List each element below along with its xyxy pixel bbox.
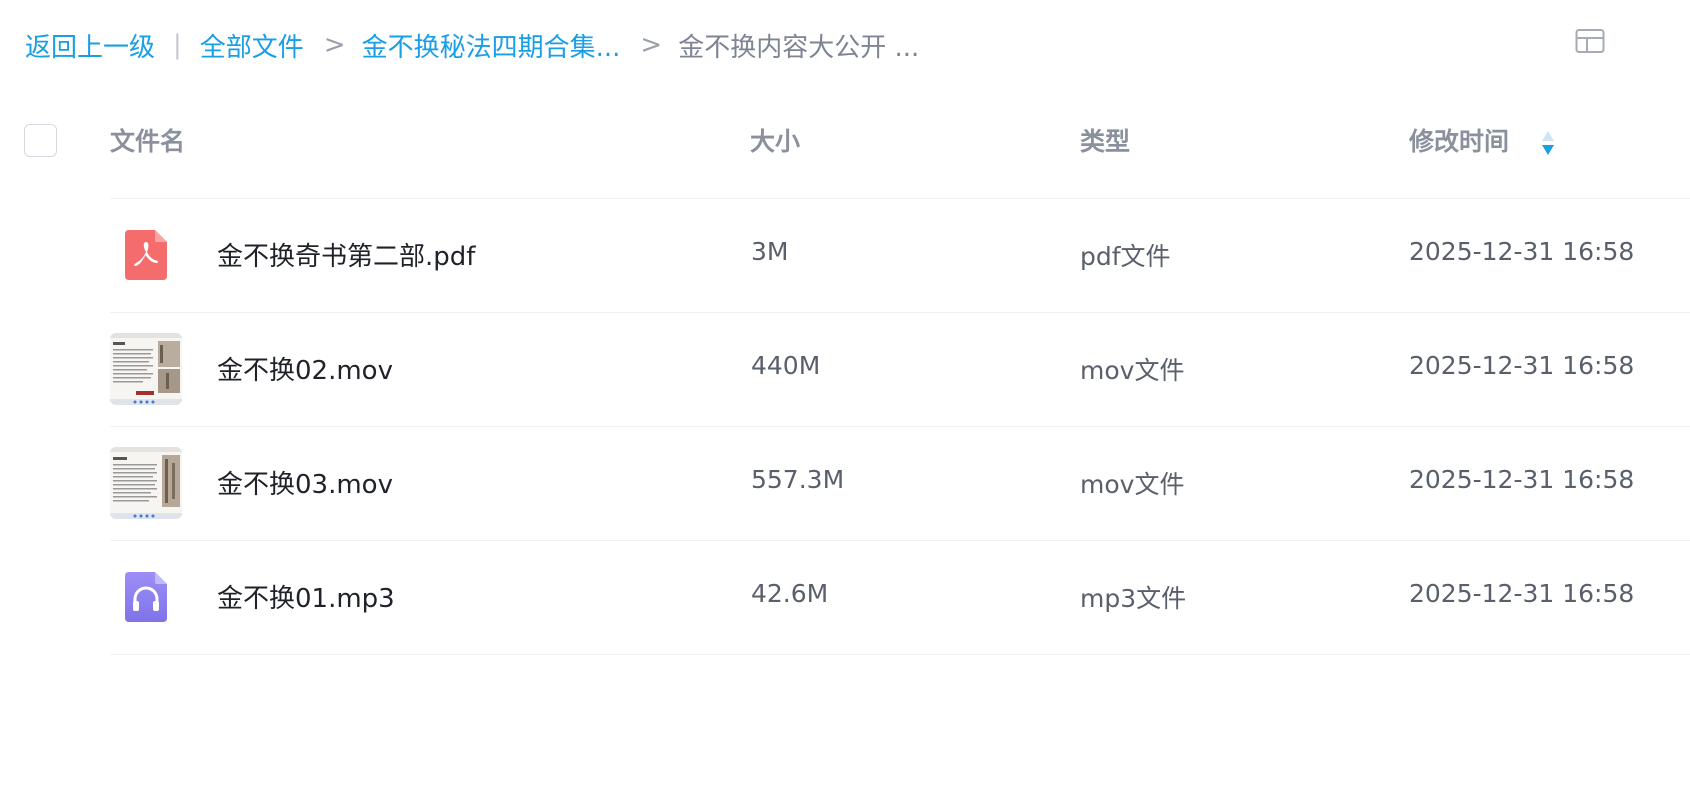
breadcrumb-separator: > bbox=[323, 30, 346, 60]
file-thumbnail bbox=[110, 219, 182, 291]
file-type: pdf文件 bbox=[1080, 242, 1171, 271]
breadcrumb-current: 金不换内容大公开 ... bbox=[678, 32, 920, 63]
file-size: 557.3M bbox=[751, 465, 845, 494]
file-type: mov文件 bbox=[1080, 356, 1185, 385]
file-thumbnail bbox=[110, 333, 182, 405]
table-row[interactable]: 金不换奇书第二部.pdf 3M pdf文件 2025-12-31 16:58 bbox=[110, 199, 1690, 313]
breadcrumb-separator: > bbox=[640, 30, 663, 60]
file-name[interactable]: 金不换01.mp3 bbox=[217, 578, 395, 615]
column-header-name: 文件名 bbox=[110, 127, 186, 156]
pdf-icon bbox=[125, 230, 167, 280]
file-size: 42.6M bbox=[751, 579, 829, 608]
grid-layout-icon[interactable] bbox=[1575, 28, 1605, 56]
file-name[interactable]: 金不换03.mov bbox=[217, 464, 393, 501]
file-type: mov文件 bbox=[1080, 470, 1185, 499]
select-all-checkbox[interactable] bbox=[24, 124, 57, 157]
file-thumbnail bbox=[110, 561, 182, 633]
breadcrumb-divider: | bbox=[173, 30, 182, 60]
column-header-size: 大小 bbox=[750, 127, 801, 156]
table-header: 文件名 大小 类型 修改时间 bbox=[0, 108, 1690, 198]
file-browser-page: 返回上一级 | 全部文件 > 金不换秘法四期合集... > 金不换内容大公开 .… bbox=[0, 0, 1690, 790]
file-thumbnail bbox=[110, 447, 182, 519]
file-size: 440M bbox=[751, 351, 821, 380]
file-type: mp3文件 bbox=[1080, 584, 1187, 613]
file-name[interactable]: 金不换02.mov bbox=[217, 350, 393, 387]
column-header-mtime[interactable]: 修改时间 bbox=[1409, 122, 1509, 158]
back-link[interactable]: 返回上一级 bbox=[25, 27, 155, 64]
column-header-type: 类型 bbox=[1080, 127, 1131, 156]
video-thumbnail bbox=[110, 333, 182, 405]
table-row[interactable]: 金不换01.mp3 42.6M mp3文件 2025-12-31 16:58 bbox=[110, 541, 1690, 655]
file-modified-time: 2025-12-31 16:58 bbox=[1409, 351, 1635, 380]
table-row[interactable]: 金不换03.mov 557.3M mov文件 2025-12-31 16:58 bbox=[110, 427, 1690, 541]
file-modified-time: 2025-12-31 16:58 bbox=[1409, 465, 1635, 494]
file-modified-time: 2025-12-31 16:58 bbox=[1409, 237, 1635, 266]
breadcrumb: 返回上一级 | 全部文件 > 金不换秘法四期合集... > 金不换内容大公开 .… bbox=[25, 22, 919, 68]
file-size: 3M bbox=[751, 237, 789, 266]
sort-icon[interactable] bbox=[1538, 128, 1558, 158]
breadcrumb-item-collection[interactable]: 金不换秘法四期合集... bbox=[362, 27, 621, 64]
file-modified-time: 2025-12-31 16:58 bbox=[1409, 579, 1635, 608]
audio-icon bbox=[125, 572, 167, 622]
file-name[interactable]: 金不换奇书第二部.pdf bbox=[217, 236, 475, 273]
breadcrumb-item-all-files[interactable]: 全部文件 bbox=[200, 27, 304, 64]
video-thumbnail bbox=[110, 447, 182, 519]
table-row[interactable]: 金不换02.mov 440M mov文件 2025-12-31 16:58 bbox=[110, 313, 1690, 427]
